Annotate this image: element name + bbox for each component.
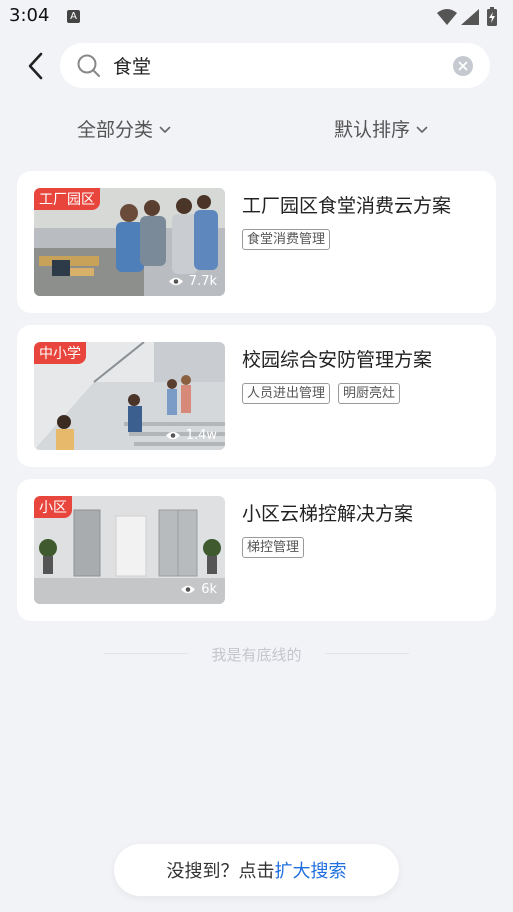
tag-chip: 梯控管理 [242, 537, 305, 558]
result-thumbnail: 中小学 1.4w [34, 342, 225, 450]
search-icon [77, 54, 100, 77]
status-icons [435, 7, 505, 27]
wifi-icon [437, 9, 457, 25]
category-filter[interactable]: 全部分类 [77, 115, 171, 142]
chevron-down-icon [416, 126, 428, 133]
result-title: 校园综合安防管理方案 [242, 349, 433, 371]
view-count: 1.4w [165, 428, 217, 443]
tag-chip: 人员进出管理 [242, 383, 331, 404]
search-box[interactable] [60, 43, 490, 88]
prompt-prefix: 没搜到？点击 [166, 861, 275, 882]
eye-icon [181, 585, 196, 594]
view-count-value: 7.7k [188, 274, 217, 289]
tag-list: 人员进出管理 明厨亮灶 [242, 383, 408, 404]
signal-icon [461, 9, 479, 25]
category-badge: 工厂园区 [34, 188, 100, 210]
status-time: 3:04 [9, 5, 50, 26]
view-count-value: 6k [201, 582, 217, 597]
battery-icon [487, 7, 497, 26]
view-count: 6k [180, 582, 217, 597]
status-bar: 3:04 A [0, 0, 513, 34]
end-of-list-text: 我是有底线的 [211, 646, 302, 664]
chevron-down-icon [159, 126, 171, 133]
tag-list: 食堂消费管理 [242, 229, 338, 250]
expand-search-link[interactable]: 扩大搜索 [275, 857, 347, 883]
eye-icon [168, 277, 183, 286]
category-badge: 中小学 [34, 342, 86, 364]
search-input[interactable] [113, 43, 443, 88]
expand-search-prompt[interactable]: 没搜到？点击 扩大搜索 [114, 844, 399, 896]
category-badge: 小区 [34, 496, 72, 518]
result-card[interactable]: 工厂园区 7.7k 工厂园区食堂消费云方案 食堂消费管理 [17, 171, 496, 313]
category-filter-label: 全部分类 [77, 119, 154, 141]
eye-icon [165, 431, 180, 440]
tag-list: 梯控管理 [242, 537, 312, 558]
back-arrow-icon [28, 52, 43, 80]
result-title: 工厂园区食堂消费云方案 [242, 195, 452, 217]
result-card[interactable]: 小区 6k 小区云梯控解决方案 梯控管理 [17, 479, 496, 621]
sort-filter[interactable]: 默认排序 [334, 115, 428, 142]
tag-chip: 食堂消费管理 [242, 229, 331, 250]
result-title: 小区云梯控解决方案 [242, 503, 414, 525]
clear-search-button[interactable] [453, 56, 473, 76]
result-thumbnail: 工厂园区 7.7k [34, 188, 225, 296]
notification-icon: A [67, 10, 80, 23]
result-card[interactable]: 中小学 1.4w 校园综合安防管理方案 人员进出管理 明厨亮灶 [17, 325, 496, 467]
clear-icon [458, 61, 468, 71]
back-button[interactable] [22, 50, 50, 82]
tag-chip: 明厨亮灶 [338, 383, 401, 404]
result-thumbnail: 小区 6k [34, 496, 225, 604]
view-count-value: 1.4w [185, 428, 217, 443]
view-count: 7.7k [168, 274, 217, 289]
sort-filter-label: 默认排序 [334, 119, 411, 141]
